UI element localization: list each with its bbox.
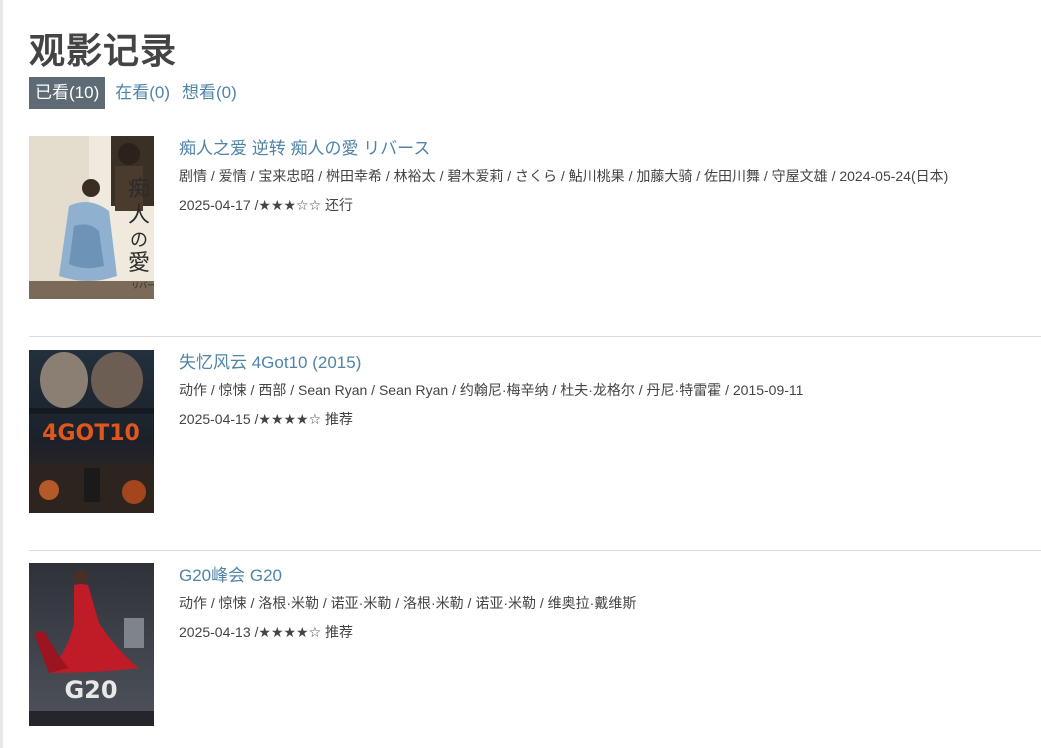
poster-image: 痴 人 の 愛 リバース [29, 136, 154, 299]
movie-info: 痴人之爱 逆转 痴人の愛 リバース 剧情 / 爱情 / 宝来忠昭 / 桝田幸希 … [179, 136, 1039, 215]
movie-item: G20 G20峰会 G20 动作 / 惊悚 / 洛根·米勒 / 诺亚·米勒 / … [29, 563, 1041, 728]
movie-poster[interactable]: G20 [29, 563, 154, 726]
divider [29, 336, 1041, 337]
svg-text:の: の [130, 230, 148, 251]
svg-text:4GOT10: 4GOT10 [42, 421, 140, 446]
tab-want-to-watch[interactable]: 想看(0) [177, 77, 242, 109]
svg-text:G20: G20 [64, 676, 117, 704]
movie-meta: 剧情 / 爱情 / 宝来忠昭 / 桝田幸希 / 林裕太 / 碧木爱莉 / さくら… [179, 168, 949, 184]
movie-meta: 动作 / 惊悚 / 洛根·米勒 / 诺亚·米勒 / 洛根·米勒 / 诺亚·米勒 … [179, 595, 637, 611]
movie-title-link[interactable]: 痴人之爱 逆转 痴人の愛 リバース [179, 137, 1039, 161]
poster-image: 4GOT10 [29, 350, 154, 513]
movie-info: 失忆风云 4Got10 (2015) 动作 / 惊悚 / 西部 / Sean R… [179, 350, 1039, 429]
poster-image: G20 [29, 563, 154, 726]
svg-text:愛: 愛 [128, 251, 150, 276]
page-title: 观影记录 [29, 30, 178, 71]
tab-watching[interactable]: 在看(0) [110, 77, 175, 109]
movie-item: 痴 人 の 愛 リバース 痴人之爱 逆转 痴人の愛 リバース 剧情 / 爱情 /… [29, 136, 1041, 301]
movie-info: G20峰会 G20 动作 / 惊悚 / 洛根·米勒 / 诺亚·米勒 / 洛根·米… [179, 563, 1039, 642]
movie-poster[interactable]: 痴 人 の 愛 リバース [29, 136, 154, 299]
status-tabs: 已看(10) 在看(0) 想看(0) [29, 77, 244, 109]
movie-poster[interactable]: 4GOT10 [29, 350, 154, 513]
movie-title-link[interactable]: G20峰会 G20 [179, 564, 1039, 588]
movie-rating-line: 2025-04-17 /★★★☆☆ 还行 [179, 197, 354, 213]
divider [29, 550, 1041, 551]
watch-history-page: 观影记录 已看(10) 在看(0) 想看(0) 痴 人 の 愛 リバース [0, 0, 1041, 748]
svg-text:リバース: リバース [131, 281, 154, 290]
svg-text:人: 人 [128, 203, 150, 228]
tab-watched[interactable]: 已看(10) [29, 77, 106, 109]
movie-meta: 动作 / 惊悚 / 西部 / Sean Ryan / Sean Ryan / 约… [179, 382, 804, 398]
movie-rating-line: 2025-04-15 /★★★★☆ 推荐 [179, 411, 354, 427]
svg-text:痴: 痴 [128, 177, 150, 202]
movie-title-link[interactable]: 失忆风云 4Got10 (2015) [179, 351, 1039, 375]
movie-rating-line: 2025-04-13 /★★★★☆ 推荐 [179, 624, 354, 640]
movie-item: 4GOT10 失忆风云 4Got10 (2015) 动作 / 惊悚 / 西部 /… [29, 350, 1041, 515]
